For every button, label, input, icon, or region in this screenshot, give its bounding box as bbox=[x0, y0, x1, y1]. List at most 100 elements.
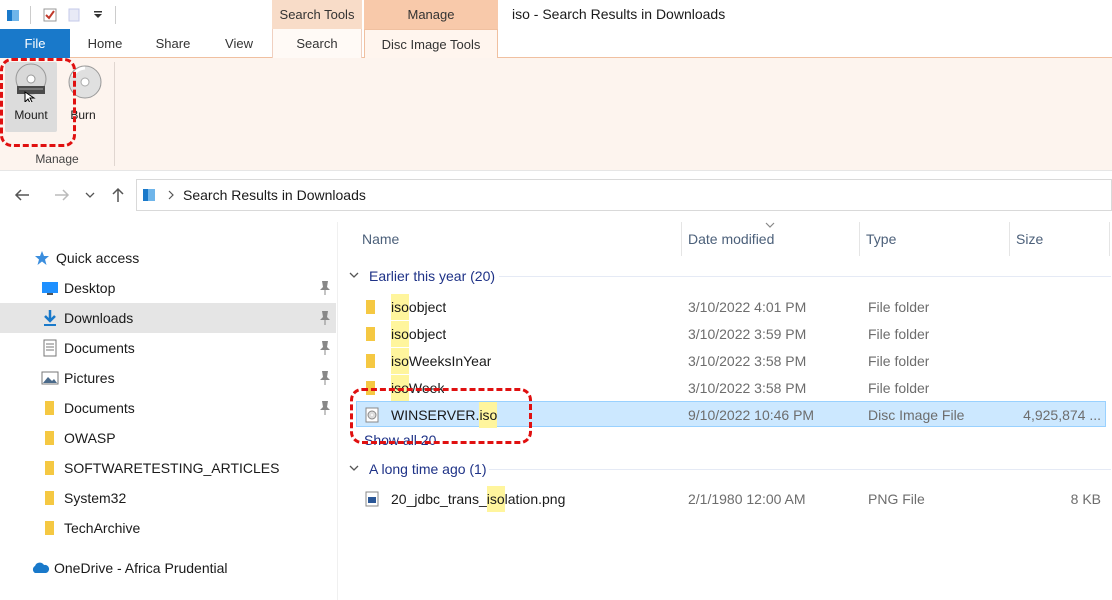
recent-locations-chevron-icon[interactable] bbox=[80, 183, 100, 207]
nav-label: Documents bbox=[64, 400, 135, 416]
table-row[interactable]: iso Week 3/10/2022 3:58 PM File folder bbox=[357, 375, 1105, 401]
table-row[interactable]: 20_jdbc_trans_ iso lation.png 2/1/1980 12:… bbox=[357, 486, 1105, 512]
qat-separator bbox=[115, 5, 116, 24]
name-cell: iso object bbox=[365, 294, 446, 320]
group-label: Earlier this year (20) bbox=[369, 268, 496, 284]
folder-icon bbox=[40, 458, 60, 478]
folder-icon bbox=[40, 398, 60, 418]
table-row[interactable]: iso WeeksInYear 3/10/2022 3:58 PM File fo… bbox=[357, 348, 1105, 374]
date-cell: 3/10/2022 3:59 PM bbox=[688, 326, 807, 342]
nav-desktop[interactable]: Desktop bbox=[0, 273, 336, 303]
type-cell: File folder bbox=[868, 353, 930, 369]
tab-search[interactable]: Search bbox=[272, 29, 362, 58]
nav-label: Documents bbox=[64, 340, 135, 356]
match-highlight: iso bbox=[391, 375, 409, 401]
qat-separator bbox=[30, 5, 31, 24]
nav-downloads[interactable]: Downloads bbox=[0, 303, 336, 333]
download-icon bbox=[40, 308, 60, 328]
size-cell: 4,925,874 ... bbox=[1023, 407, 1101, 423]
folder-icon bbox=[365, 326, 381, 342]
title-bar: Search Tools Manage iso - Search Results… bbox=[0, 0, 1112, 29]
show-all-link[interactable]: Show all 20 bbox=[364, 432, 436, 448]
name-cell: iso object bbox=[365, 321, 446, 347]
name-text: object bbox=[408, 326, 447, 342]
nav-techarchive[interactable]: TechArchive bbox=[0, 513, 336, 543]
ribbon-group-separator bbox=[114, 62, 115, 166]
nav-label: OneDrive - Africa Prudential bbox=[54, 560, 228, 576]
name-text: 20_jdbc_trans_ bbox=[391, 491, 487, 507]
group-divider bbox=[499, 276, 1111, 277]
pin-icon[interactable] bbox=[318, 370, 332, 386]
nav-onedrive[interactable]: OneDrive - Africa Prudential bbox=[0, 553, 336, 583]
folder-icon bbox=[40, 428, 60, 448]
breadcrumb-chevron-icon[interactable] bbox=[167, 190, 175, 200]
group-header-earlier-this-year[interactable]: Earlier this year (20) bbox=[349, 265, 495, 287]
group-header-long-time-ago[interactable]: A long time ago (1) bbox=[349, 458, 487, 480]
back-arrow-icon[interactable] bbox=[10, 183, 34, 207]
pin-icon[interactable] bbox=[318, 400, 332, 416]
tab-view[interactable]: View bbox=[206, 29, 272, 58]
burn-disc-icon bbox=[68, 65, 102, 99]
nav-documents[interactable]: Documents bbox=[0, 333, 336, 363]
table-row-selected[interactable]: WINSERVER. iso 9/10/2022 10:46 PM Disc Im… bbox=[356, 401, 1106, 428]
nav-label: Downloads bbox=[64, 310, 134, 326]
tab-file[interactable]: File bbox=[0, 29, 70, 58]
nav-pictures[interactable]: Pictures bbox=[0, 363, 336, 393]
location-icon bbox=[141, 187, 157, 203]
match-highlight: iso bbox=[479, 402, 498, 428]
nav-system32[interactable]: System32 bbox=[0, 483, 336, 513]
type-cell: File folder bbox=[868, 380, 930, 396]
table-row[interactable]: iso object 3/10/2022 3:59 PM File folder bbox=[357, 321, 1105, 347]
nav-quick-access[interactable]: Quick access bbox=[0, 243, 336, 273]
folder-icon bbox=[365, 353, 381, 369]
column-header-type[interactable]: Type bbox=[860, 222, 1010, 256]
desktop-icon bbox=[40, 278, 60, 298]
column-header-name[interactable]: Name bbox=[356, 222, 682, 256]
match-highlight: iso bbox=[391, 294, 409, 320]
name-cell: iso Week bbox=[365, 375, 444, 401]
folder-icon bbox=[365, 299, 381, 315]
forward-arrow-icon[interactable] bbox=[50, 183, 74, 207]
sort-chevron-icon[interactable] bbox=[765, 220, 775, 231]
window-title: iso - Search Results in Downloads bbox=[512, 6, 726, 22]
type-cell: File folder bbox=[868, 299, 930, 315]
customize-qat-icon[interactable] bbox=[87, 4, 109, 26]
type-cell: File folder bbox=[868, 326, 930, 342]
match-highlight: iso bbox=[391, 321, 409, 347]
burn-button[interactable]: Burn bbox=[57, 62, 109, 132]
name-cell: iso WeeksInYear bbox=[365, 348, 491, 374]
type-cell: PNG File bbox=[868, 491, 925, 507]
pin-icon[interactable] bbox=[318, 280, 332, 296]
collapse-chevron-icon[interactable] bbox=[349, 270, 363, 282]
image-file-icon bbox=[365, 491, 381, 507]
name-cell: WINSERVER. iso bbox=[365, 402, 498, 428]
nav-label: TechArchive bbox=[64, 520, 141, 536]
nav-documents-folder[interactable]: Documents bbox=[0, 393, 336, 423]
date-cell: 3/10/2022 3:58 PM bbox=[688, 380, 807, 396]
pin-icon[interactable] bbox=[318, 340, 332, 356]
ribbon-group-label: Manage bbox=[35, 152, 79, 166]
nav-label: Desktop bbox=[64, 280, 116, 296]
address-bar[interactable]: Search Results in Downloads bbox=[136, 179, 1112, 211]
nav-owasp[interactable]: OWASP bbox=[0, 423, 336, 453]
pin-icon[interactable] bbox=[318, 310, 332, 326]
tab-home[interactable]: Home bbox=[70, 29, 140, 58]
up-arrow-icon[interactable] bbox=[106, 183, 130, 207]
properties-icon[interactable] bbox=[39, 4, 61, 26]
navigation-pane: Quick access Desktop Downloads Documents… bbox=[0, 222, 338, 600]
mount-button[interactable]: Mount bbox=[5, 62, 57, 132]
tab-disc-image-tools[interactable]: Disc Image Tools bbox=[364, 29, 498, 59]
nav-softwaretesting-articles[interactable]: SOFTWARETESTING_ARTICLES bbox=[0, 453, 336, 483]
new-folder-icon[interactable] bbox=[63, 4, 85, 26]
tab-share[interactable]: Share bbox=[140, 29, 206, 58]
name-text: WINSERVER. bbox=[391, 407, 480, 423]
column-header-size[interactable]: Size bbox=[1010, 222, 1110, 256]
mount-label: Mount bbox=[14, 108, 48, 122]
collapse-chevron-icon[interactable] bbox=[349, 463, 363, 475]
nav-label: SOFTWARETESTING_ARTICLES bbox=[64, 460, 280, 476]
table-row[interactable]: iso object 3/10/2022 4:01 PM File folder bbox=[357, 294, 1105, 320]
size-cell: 8 KB bbox=[1070, 491, 1101, 507]
breadcrumb[interactable]: Search Results in Downloads bbox=[183, 187, 366, 203]
nav-label: OWASP bbox=[64, 430, 116, 446]
name-text: WeeksInYear bbox=[408, 353, 492, 369]
